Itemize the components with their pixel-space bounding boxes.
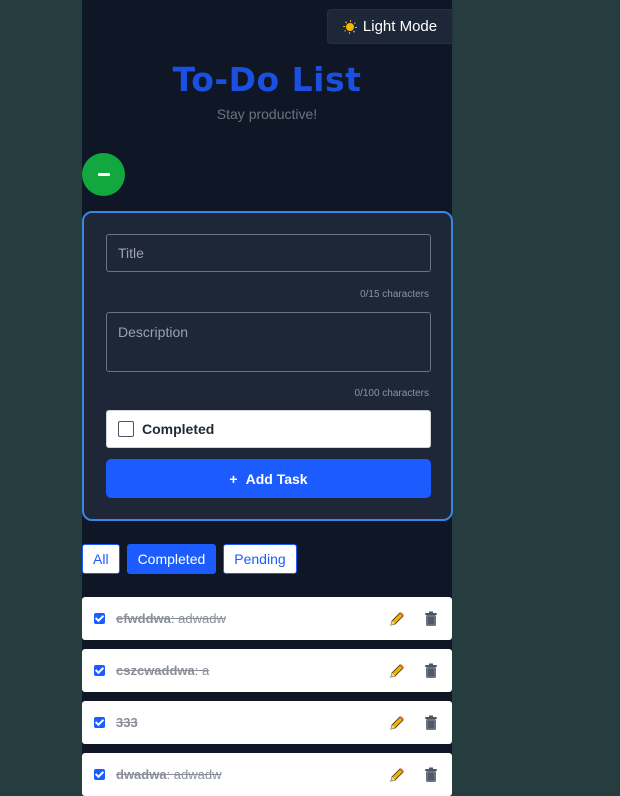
task-title: efwddwa xyxy=(116,611,171,626)
delete-trash-icon[interactable] xyxy=(422,610,440,628)
task-form: Title 0/15 characters Description 0/100 … xyxy=(82,211,453,521)
task-checkbox[interactable] xyxy=(94,665,105,676)
task-checkbox[interactable] xyxy=(94,769,105,780)
edit-pencil-icon[interactable] xyxy=(388,766,406,784)
page-title: To-Do List xyxy=(172,60,362,99)
completed-checkbox-field[interactable]: Completed xyxy=(106,410,431,448)
filter-all-button[interactable]: All xyxy=(82,544,120,574)
task-description: : adwadw xyxy=(166,767,222,782)
task-item: cszcwaddwa: a xyxy=(82,649,452,692)
plus-icon: + xyxy=(229,470,238,487)
add-task-button[interactable]: + Add Task xyxy=(106,459,431,498)
title-char-counter: 0/15 characters xyxy=(360,289,429,300)
completed-checkbox-label: Completed xyxy=(142,421,215,437)
edit-pencil-icon[interactable] xyxy=(388,662,406,680)
delete-trash-icon[interactable] xyxy=(422,766,440,784)
delete-trash-icon[interactable] xyxy=(422,662,440,680)
task-text: 333 xyxy=(116,715,138,730)
theme-toggle-label: Light Mode xyxy=(362,18,438,35)
edit-pencil-icon[interactable] xyxy=(388,610,406,628)
task-description: : adwadw xyxy=(170,611,226,626)
theme-toggle-button[interactable]: Light Mode xyxy=(327,9,453,44)
task-item: dwadwa: adwadw xyxy=(82,753,452,796)
description-input[interactable]: Description xyxy=(106,312,431,372)
edit-pencil-icon[interactable] xyxy=(388,714,406,732)
sun-icon xyxy=(343,20,357,34)
task-text: efwddwa: adwadw xyxy=(116,611,226,626)
completed-checkbox[interactable] xyxy=(118,421,134,437)
delete-trash-icon[interactable] xyxy=(422,714,440,732)
page-subtitle: Stay productive! xyxy=(216,106,318,122)
task-title: cszcwaddwa xyxy=(116,663,195,678)
task-text: dwadwa: adwadw xyxy=(116,767,222,782)
add-task-label: Add Task xyxy=(245,470,308,487)
description-char-counter: 0/100 characters xyxy=(354,388,430,399)
filter-bar: All Completed Pending xyxy=(82,544,297,574)
collapse-form-button[interactable] xyxy=(82,153,125,196)
minus-icon xyxy=(97,173,110,176)
task-item: 333 xyxy=(82,701,452,744)
task-item: efwddwa: adwadw xyxy=(82,597,452,640)
filter-completed-button[interactable]: Completed xyxy=(126,544,217,574)
task-text: cszcwaddwa: a xyxy=(116,663,209,678)
task-description: : a xyxy=(194,663,210,678)
title-input[interactable]: Title xyxy=(106,234,431,272)
task-title: 333 xyxy=(116,715,138,730)
task-title: dwadwa xyxy=(116,767,167,782)
task-checkbox[interactable] xyxy=(94,613,105,624)
filter-pending-button[interactable]: Pending xyxy=(223,544,297,574)
task-checkbox[interactable] xyxy=(94,717,105,728)
